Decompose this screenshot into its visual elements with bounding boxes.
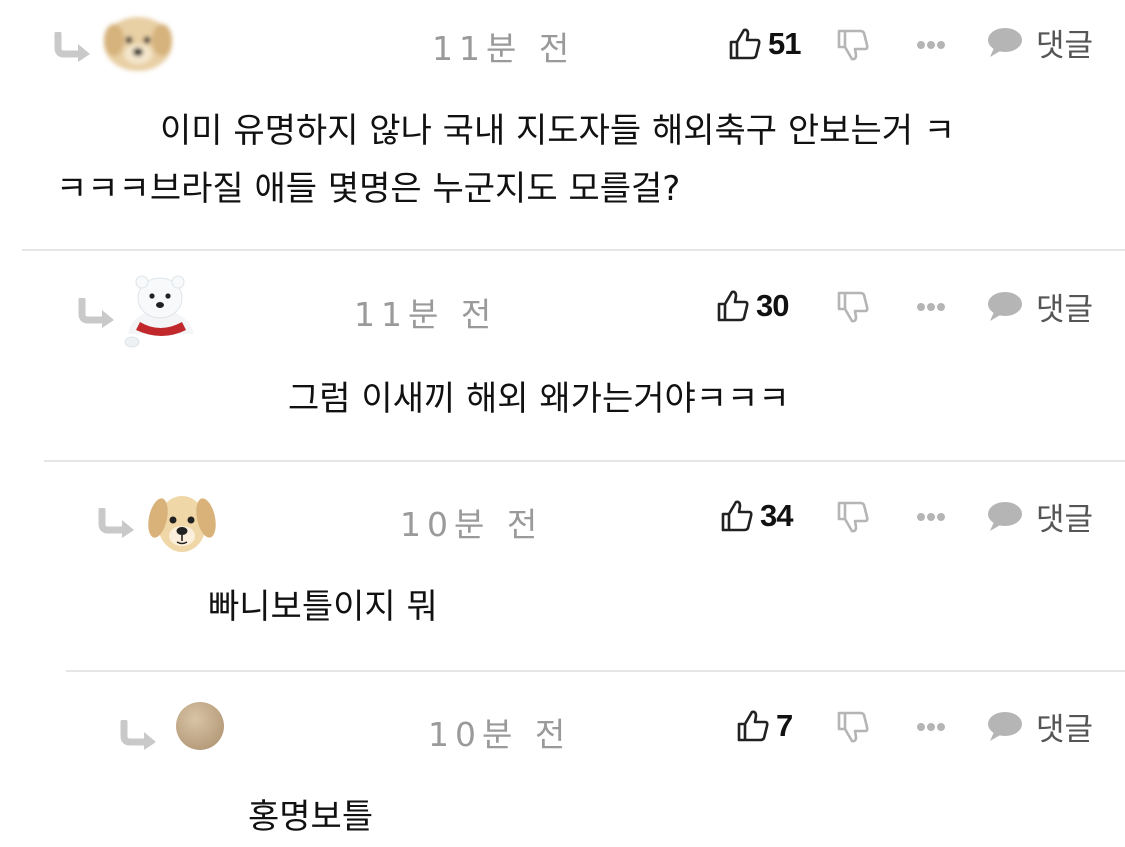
reply-button[interactable]: 댓글 bbox=[986, 286, 1094, 328]
like-count: 30 bbox=[756, 288, 789, 323]
like-count: 51 bbox=[768, 26, 801, 61]
polar-bear-avatar[interactable] bbox=[122, 272, 198, 348]
reply-label: 댓글 bbox=[1036, 27, 1094, 64]
comment-time: 11분 전 bbox=[432, 29, 576, 68]
reply-arrow-icon bbox=[118, 718, 160, 750]
reply-arrow-icon bbox=[96, 506, 138, 538]
more-options-icon[interactable] bbox=[916, 36, 946, 49]
like-count: 34 bbox=[760, 498, 793, 533]
thumbs-down-icon[interactable] bbox=[836, 290, 870, 324]
comment-time: 10분 전 bbox=[400, 505, 544, 544]
comment-item: 10분 전 7 댓글 홍명보틀 bbox=[0, 680, 1125, 847]
like-button[interactable]: 51 bbox=[728, 24, 801, 64]
comment-text: 이미 유명하지 않나 국내 지도자들 해외축구 안보는거 ㅋ bbox=[160, 111, 956, 151]
comment-text: 홍명보틀 bbox=[248, 797, 374, 837]
thumbs-up-icon bbox=[720, 499, 754, 533]
reply-label: 댓글 bbox=[1036, 291, 1094, 328]
comment-time: 11분 전 bbox=[354, 295, 498, 334]
reply-button[interactable]: 댓글 bbox=[986, 496, 1094, 538]
reply-button[interactable]: 댓글 bbox=[986, 22, 1094, 64]
like-button[interactable]: 7 bbox=[736, 706, 793, 746]
beige-circle-avatar[interactable] bbox=[170, 696, 230, 756]
like-button[interactable]: 34 bbox=[720, 496, 793, 536]
more-options-icon[interactable] bbox=[916, 508, 946, 521]
reply-arrow-icon bbox=[52, 30, 94, 62]
comment-divider bbox=[22, 249, 1125, 251]
puppy-avatar[interactable] bbox=[144, 484, 220, 560]
reply-button[interactable]: 댓글 bbox=[986, 706, 1094, 748]
comment-text: ㅋㅋㅋ브라질 애들 몇명은 누군지도 모를걸? bbox=[56, 169, 681, 209]
speech-bubble-icon bbox=[986, 500, 1024, 532]
comment-text: 빠니보틀이지 뭐 bbox=[208, 587, 438, 627]
comment-item: 10분 전 34 댓글 빠니보틀이지 뭐 bbox=[0, 470, 1125, 670]
comment-item: 11분 전 51 댓글 이미 유명하지 않나 국내 지도자들 해외축구 안보는거… bbox=[0, 0, 1125, 250]
thumbs-up-icon bbox=[736, 709, 770, 743]
comment-divider bbox=[66, 670, 1125, 672]
thumbs-down-icon[interactable] bbox=[836, 28, 870, 62]
speech-bubble-icon bbox=[986, 26, 1024, 58]
thumbs-up-icon bbox=[728, 27, 762, 61]
reply-label: 댓글 bbox=[1036, 711, 1094, 748]
speech-bubble-icon bbox=[986, 710, 1024, 742]
like-button[interactable]: 30 bbox=[716, 286, 789, 326]
reply-arrow-icon bbox=[76, 296, 118, 328]
comment-time: 10분 전 bbox=[428, 715, 572, 754]
thumbs-up-icon bbox=[716, 289, 750, 323]
thumbs-down-icon[interactable] bbox=[836, 710, 870, 744]
more-options-icon[interactable] bbox=[916, 718, 946, 731]
thumbs-down-icon[interactable] bbox=[836, 500, 870, 534]
like-count: 7 bbox=[776, 708, 793, 743]
speech-bubble-icon bbox=[986, 290, 1024, 322]
comment-text: 그럼 이새끼 해외 왜가는거야ㅋㅋㅋ bbox=[288, 379, 790, 419]
puppy-blurred-avatar[interactable] bbox=[100, 6, 176, 82]
comment-divider bbox=[44, 460, 1125, 462]
reply-label: 댓글 bbox=[1036, 501, 1094, 538]
more-options-icon[interactable] bbox=[916, 298, 946, 311]
comment-item: 11분 전 30 댓글 그럼 이새끼 해외 왜가는거야ㅋㅋㅋ bbox=[0, 260, 1125, 460]
